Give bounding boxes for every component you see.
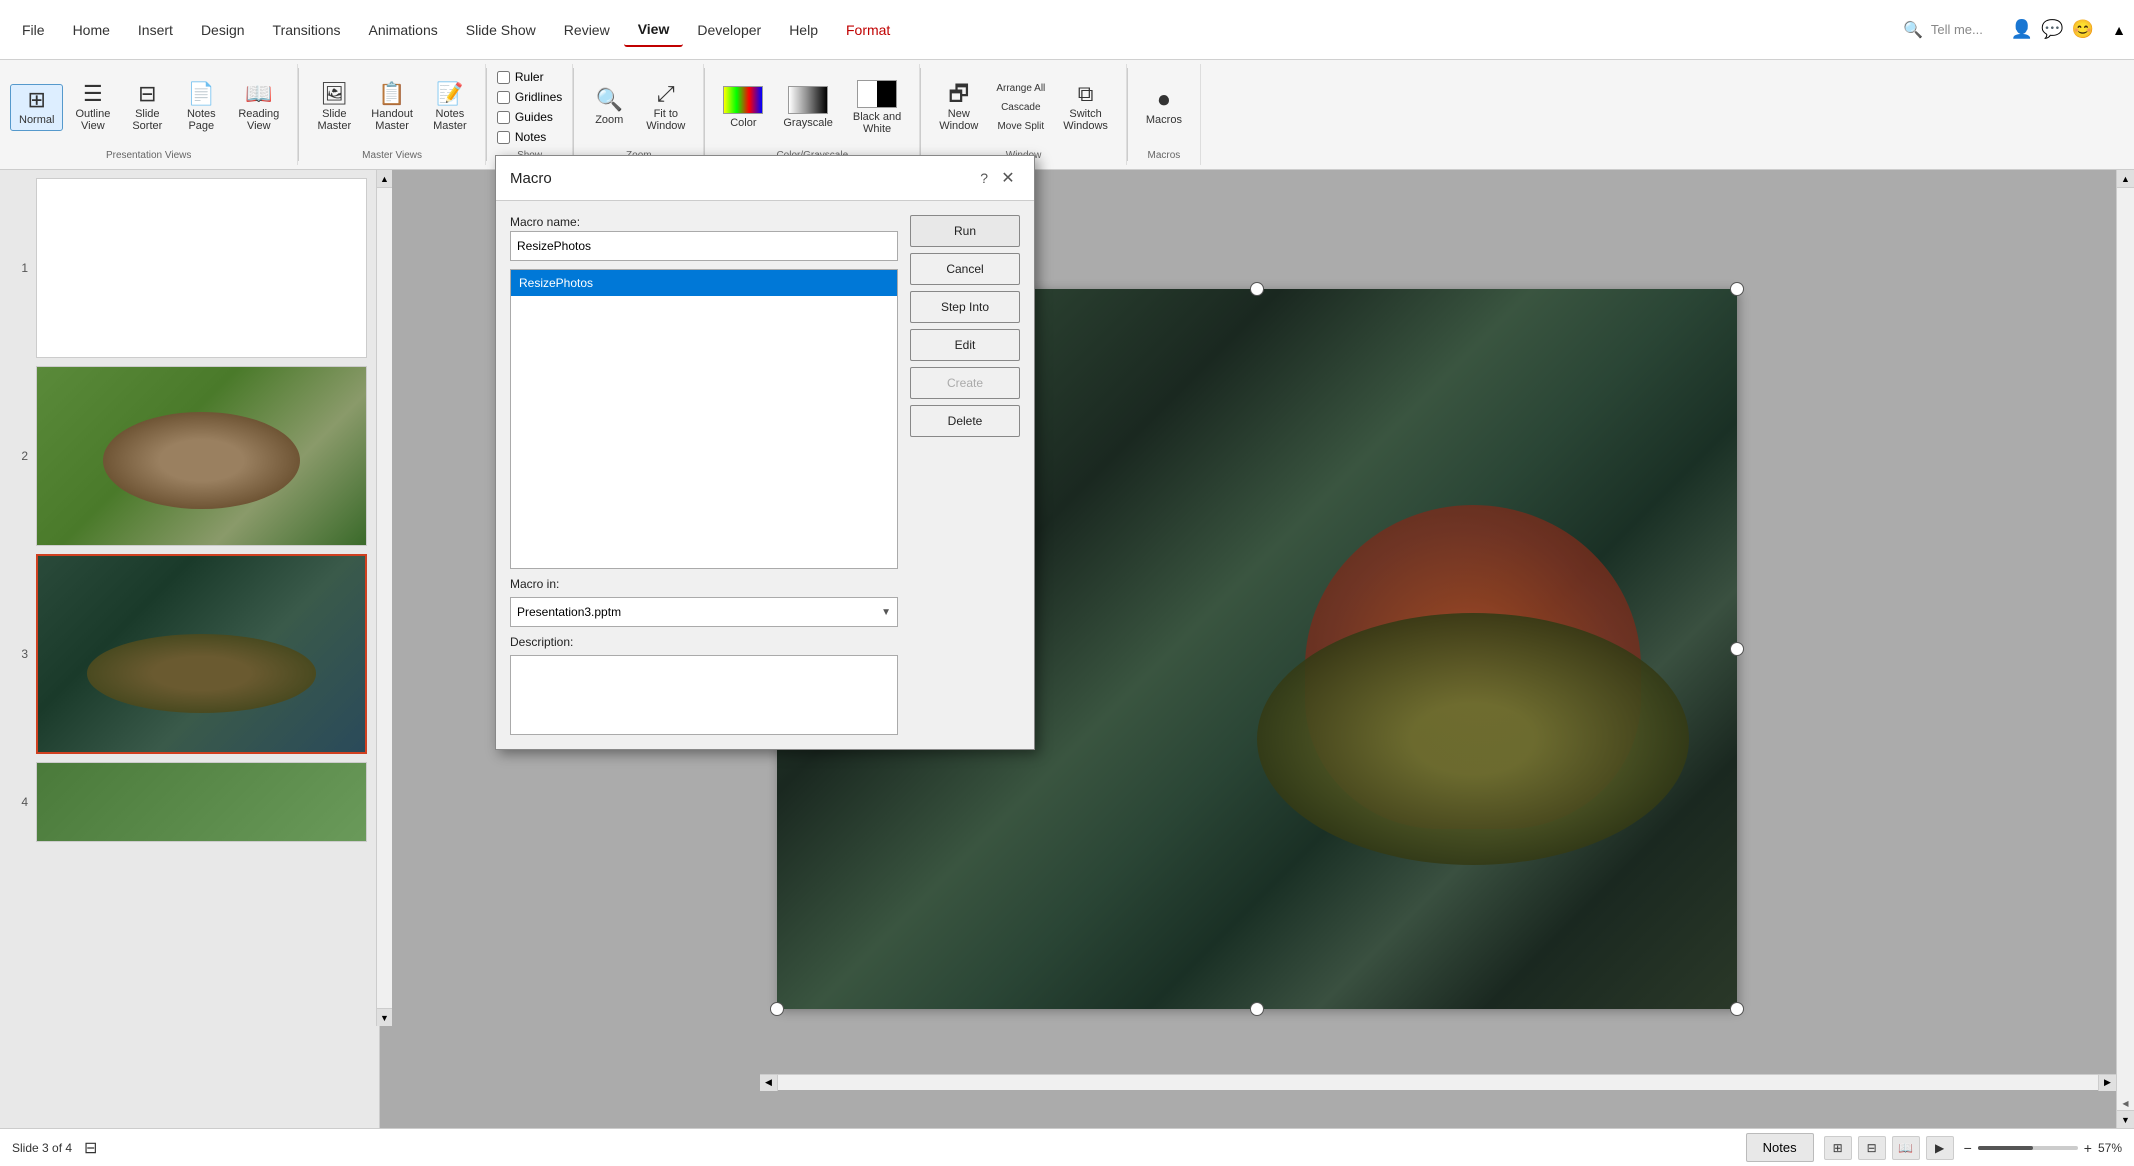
- macro-list-item-resize[interactable]: ResizePhotos: [511, 270, 897, 296]
- macro-name-input[interactable]: [510, 231, 898, 261]
- status-bar: Slide 3 of 4 ⊟ Notes ⊞ ⊟ 📖 ▶ − + 57%: [0, 1128, 2134, 1166]
- edit-button[interactable]: Edit: [910, 329, 1020, 361]
- macro-in-select[interactable]: Presentation3.pptm ▼: [510, 597, 898, 627]
- macro-in-value: Presentation3.pptm: [517, 605, 621, 619]
- slide-info: Slide 3 of 4: [12, 1141, 72, 1155]
- select-arrow-icon: ▼: [881, 607, 891, 618]
- description-input[interactable]: [510, 655, 898, 735]
- macro-in-label: Macro in:: [510, 577, 898, 591]
- macro-in-row: Macro in: Presentation3.pptm ▼: [510, 577, 898, 627]
- run-button[interactable]: Run: [910, 215, 1020, 247]
- dialog-controls: ? ✕: [980, 166, 1020, 190]
- dialog-titlebar: Macro ? ✕: [496, 156, 1034, 201]
- zoom-minus[interactable]: −: [1964, 1140, 1972, 1156]
- zoom-slider-fill: [1978, 1146, 2033, 1150]
- cancel-button[interactable]: Cancel: [910, 253, 1020, 285]
- zoom-slider[interactable]: [1978, 1146, 2078, 1150]
- description-row: Description:: [510, 635, 898, 735]
- dialog-overlay: Macro ? ✕ Macro name: ResizePhotos Macro…: [0, 0, 2134, 1128]
- present-btn[interactable]: ▶: [1926, 1136, 1954, 1160]
- dialog-body: Macro name: ResizePhotos Macro in: Prese…: [496, 201, 1034, 749]
- dialog-title: Macro: [510, 170, 552, 187]
- normal-view-btn[interactable]: ⊞: [1824, 1136, 1852, 1160]
- reading-view-btn[interactable]: 📖: [1892, 1136, 1920, 1160]
- description-label: Description:: [510, 635, 898, 649]
- slide-layout-icon: ⊟: [84, 1138, 97, 1158]
- zoom-plus[interactable]: +: [2084, 1140, 2092, 1156]
- close-icon[interactable]: ✕: [996, 166, 1020, 190]
- macro-name-label: Macro name:: [510, 215, 898, 229]
- macro-name-row: Macro name:: [510, 215, 898, 261]
- create-button[interactable]: Create: [910, 367, 1020, 399]
- zoom-control: − + 57%: [1964, 1140, 2122, 1156]
- zoom-level: 57%: [2098, 1141, 2122, 1155]
- dialog-right: Run Cancel Step Into Edit Create Delete: [910, 215, 1020, 735]
- help-icon[interactable]: ?: [980, 170, 988, 186]
- macro-dialog: Macro ? ✕ Macro name: ResizePhotos Macro…: [495, 155, 1035, 750]
- dialog-left: Macro name: ResizePhotos Macro in: Prese…: [510, 215, 898, 735]
- view-icons: ⊞ ⊟ 📖 ▶: [1824, 1136, 1954, 1160]
- step-into-button[interactable]: Step Into: [910, 291, 1020, 323]
- delete-button[interactable]: Delete: [910, 405, 1020, 437]
- sorter-view-btn[interactable]: ⊟: [1858, 1136, 1886, 1160]
- status-right: Notes ⊞ ⊟ 📖 ▶ − + 57%: [1746, 1133, 2122, 1162]
- notes-button[interactable]: Notes: [1746, 1133, 1814, 1162]
- macro-list[interactable]: ResizePhotos: [510, 269, 898, 569]
